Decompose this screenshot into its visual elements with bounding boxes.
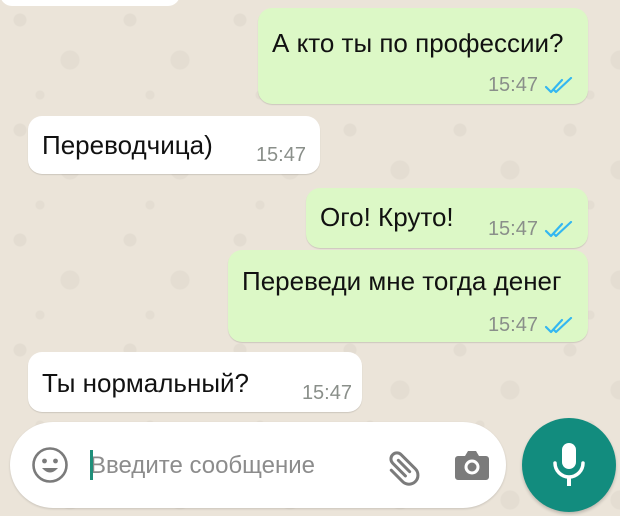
read-ticks-icon (544, 220, 573, 237)
message-meta: 15:47 (488, 74, 574, 97)
message-meta: 15:47 (302, 382, 352, 405)
message-time: 15:47 (487, 314, 538, 336)
message-text: Переводчица) (42, 130, 213, 160)
message-meta: 15:47 (488, 218, 574, 241)
message-text: Ты нормальный? (42, 368, 250, 398)
message-bubble-outgoing[interactable]: А кто ты по профессии? 15:47 (258, 8, 588, 104)
paperclip-icon[interactable] (382, 444, 426, 488)
message-time: 15:47 (255, 144, 306, 166)
message-bubble-outgoing[interactable]: Ого! Круто! 15:47 (306, 188, 588, 248)
message-input[interactable]: Введите сообщение (90, 452, 315, 480)
smiley-icon[interactable] (31, 446, 69, 484)
message-bubble-incoming[interactable]: Ты нормальный? 15:47 (28, 352, 362, 412)
microphone-icon (553, 443, 585, 486)
message-meta: 15:47 (488, 314, 574, 337)
message-meta: 15:47 (256, 144, 306, 167)
previous-message-edge (0, 0, 180, 6)
message-time: 15:47 (301, 382, 352, 404)
read-ticks-icon (544, 316, 573, 333)
text-cursor (90, 450, 93, 480)
message-bubble-incoming[interactable]: Переводчица) 15:47 (28, 116, 320, 174)
message-text: А кто ты по профессии? (272, 28, 564, 58)
message-composer[interactable]: Введите сообщение (10, 422, 506, 508)
message-time: 15:47 (487, 218, 538, 240)
message-bubble-outgoing[interactable]: Переведи мне тогда денег 15:47 (228, 250, 588, 342)
message-text: Ого! Круто! (320, 202, 454, 232)
message-text: Переведи мне тогда денег (242, 266, 562, 296)
voice-record-button[interactable] (522, 418, 616, 512)
camera-icon[interactable] (452, 446, 492, 486)
read-ticks-icon (544, 76, 573, 93)
message-time: 15:47 (487, 74, 538, 96)
